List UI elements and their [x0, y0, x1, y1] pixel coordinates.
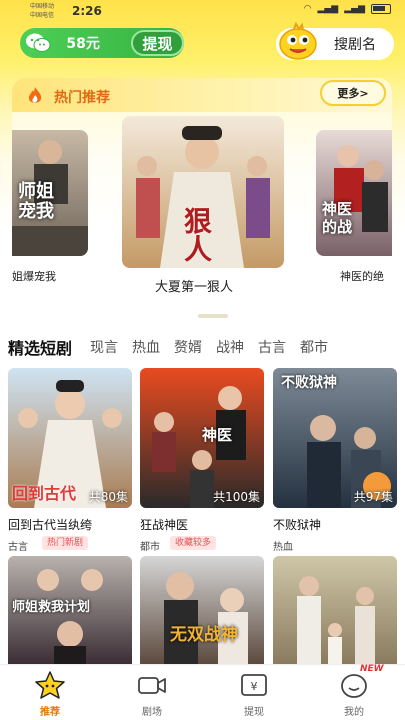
carousel-indicator: [198, 314, 228, 318]
tab-ancient-romance[interactable]: 古言: [258, 337, 286, 357]
hot-poster-3[interactable]: 神医 的战: [316, 130, 392, 256]
drama-card-3-episodes: 共97集: [353, 490, 393, 504]
nav-recommend-label: 推荐: [40, 707, 60, 718]
hot-poster-1-title: 师姐 宠我: [18, 181, 54, 222]
search-label: 搜剧名: [334, 37, 376, 53]
carrier-2: 中国电信: [30, 12, 55, 19]
drama-card-4[interactable]: 师姐救我计划: [8, 556, 132, 664]
drama-card-2-poster-title: 神医: [202, 426, 233, 444]
signal-icon: ▂▄▆: [317, 4, 339, 14]
tab-urban[interactable]: 都市: [300, 337, 328, 357]
hot-recommend-header: 热门推荐 更多>: [12, 78, 392, 112]
wallet-amount: 58元: [66, 36, 100, 52]
status-bar: 中国移动 中国电信 2:26 ◠ ▂▄▆ ▂▄▆: [0, 0, 405, 22]
drama-card-6-poster[interactable]: [273, 556, 397, 664]
status-time: 2:26: [72, 4, 102, 18]
drama-card-1-badge: 热门新剧: [42, 536, 89, 550]
drama-card-3-poster-title: 不败狱神: [281, 375, 337, 391]
drama-card-1-genre: 古言: [8, 542, 28, 553]
drama-card-2-badge: 收藏较多: [170, 536, 217, 550]
nav-recommend[interactable]: 推荐: [20, 665, 80, 720]
nav-theater[interactable]: 剧场: [122, 665, 182, 720]
star-icon: [35, 671, 65, 699]
drama-card-3-title: 不败狱神: [273, 518, 322, 532]
hot-poster-2[interactable]: 狠 人: [122, 116, 284, 268]
tab-featured[interactable]: 精选短剧: [8, 335, 72, 359]
drama-card-3[interactable]: 不败狱神 共97集 不败狱神 热血: [273, 368, 397, 554]
drama-card-3-genre: 热血: [273, 542, 293, 553]
wallet-icon: ¥: [239, 671, 269, 699]
signal-icon-2: ▂▄▆: [344, 4, 365, 14]
drama-card-2-genre: 都市: [140, 542, 160, 553]
withdraw-button[interactable]: 提现: [131, 30, 184, 56]
video-camera-icon: [137, 671, 167, 699]
hot-recommend-title: 热门推荐: [54, 90, 110, 106]
svg-text:¥: ¥: [251, 680, 258, 693]
tab-modern-romance[interactable]: 现言: [90, 337, 118, 357]
drama-card-2-poster[interactable]: 神医 共100集: [140, 368, 264, 508]
drama-card-4-poster[interactable]: 师姐救我计划: [8, 556, 132, 664]
drama-card-1-poster[interactable]: 回到古代 共80集: [8, 368, 132, 508]
new-badge: NEW: [360, 664, 384, 674]
carrier-info: 中国移动 中国电信: [30, 2, 54, 20]
nav-profile-label: 我的: [344, 707, 364, 718]
hot-item-label-3[interactable]: 神医的绝: [340, 268, 384, 284]
hot-item-label-1[interactable]: 姐爆宠我: [12, 268, 56, 284]
hot-poster-1[interactable]: 师姐 宠我: [12, 130, 88, 256]
fire-icon: [26, 86, 44, 106]
nav-withdraw-label: 提现: [244, 707, 264, 718]
drama-card-5-poster[interactable]: 无双战神: [140, 556, 264, 664]
carrier-1: 中国移动: [30, 3, 55, 10]
drama-card-4-poster-title: 师姐救我计划: [12, 600, 91, 615]
drama-card-1[interactable]: 回到古代 共80集 回到古代当纨绔 古言 热门新剧: [8, 368, 132, 554]
drama-card-1-title: 回到古代当纨绔: [8, 518, 93, 532]
battery-icon: [371, 4, 391, 14]
drama-card-2[interactable]: 神医 共100集 狂战神医 都市 收藏较多: [140, 368, 264, 554]
hot-item-label-2[interactable]: 大夏第一狠人: [155, 276, 233, 295]
mascot-icon: [276, 21, 322, 62]
wallet-pill[interactable]: 58元 提现: [20, 28, 184, 58]
tab-action[interactable]: 热血: [132, 337, 160, 357]
hot-poster-3-title: 神医 的战: [322, 200, 353, 236]
drama-card-2-episodes: 共100集: [213, 490, 260, 504]
profile-icon: [339, 671, 369, 699]
hot-poster-2-title: 狠 人: [184, 205, 213, 266]
category-tabs: 精选短剧 现言 热血 赘婿 战神 古言 都市: [8, 336, 405, 358]
drama-card-1-poster-title: 回到古代: [12, 484, 77, 503]
drama-card-2-title: 狂战神医: [140, 518, 189, 532]
nav-theater-label: 剧场: [142, 707, 162, 718]
drama-card-5-poster-title: 无双战神: [170, 625, 238, 645]
tab-war-god[interactable]: 战神: [216, 337, 244, 357]
more-button[interactable]: 更多>: [320, 80, 386, 106]
drama-card-5[interactable]: 无双战神: [140, 556, 264, 664]
nav-withdraw[interactable]: ¥ 提现: [224, 665, 284, 720]
system-icons: ◠ ▂▄▆ ▂▄▆: [304, 4, 391, 14]
wifi-icon: ◠: [303, 4, 312, 14]
drama-card-1-episodes: 共80集: [88, 490, 128, 504]
hot-recommend-section: 热门推荐 更多> 师姐 宠我 姐爆宠我 狠 人 大夏第一狠人 神医 的战 神医的…: [12, 78, 392, 322]
drama-card-3-poster[interactable]: 不败狱神 共97集: [273, 368, 397, 508]
wechat-icon: [23, 30, 52, 56]
drama-card-6[interactable]: [273, 556, 397, 664]
tab-son-in-law[interactable]: 赘婿: [174, 337, 202, 357]
bottom-nav: 推荐 剧场 ¥ 提现 我的: [0, 664, 405, 720]
